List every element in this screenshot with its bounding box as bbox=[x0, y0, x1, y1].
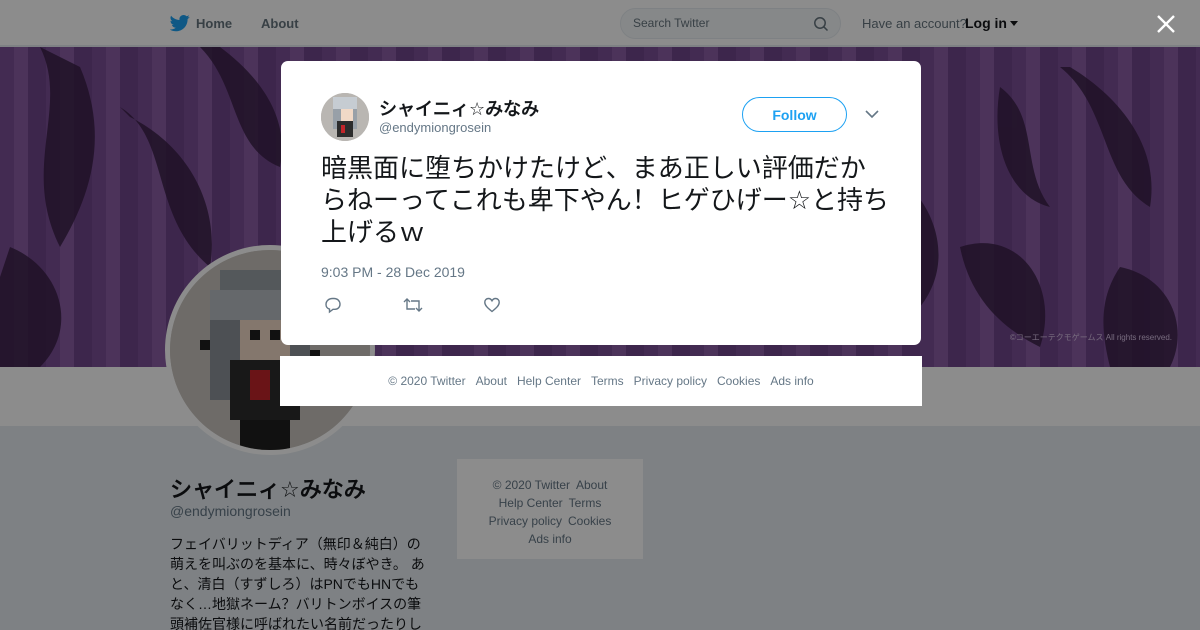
footer-about-link[interactable]: About bbox=[476, 374, 507, 388]
tweet-author-avatar[interactable] bbox=[321, 93, 369, 141]
retweet-icon[interactable] bbox=[403, 296, 423, 314]
heart-icon[interactable] bbox=[483, 296, 501, 314]
footer-privacy-link[interactable]: Privacy policy bbox=[634, 374, 707, 388]
pixel-character-image bbox=[321, 93, 369, 141]
close-icon[interactable] bbox=[1154, 12, 1178, 36]
footer-ads-link[interactable]: Ads info bbox=[770, 374, 813, 388]
footer-cookies-link[interactable]: Cookies bbox=[717, 374, 760, 388]
modal-footer: © 2020 Twitter About Help Center Terms P… bbox=[280, 356, 922, 406]
footer-help-link[interactable]: Help Center bbox=[517, 374, 581, 388]
tweet-text: 暗黒面に堕ちかけたけど、まあ正しい評価だからねーってこれも卑下やん！ヒゲひげー☆… bbox=[321, 154, 890, 248]
chevron-down-icon[interactable] bbox=[865, 109, 879, 119]
tweet-timestamp[interactable]: 9:03 PM - 28 Dec 2019 bbox=[321, 264, 465, 280]
footer-terms-link[interactable]: Terms bbox=[591, 374, 624, 388]
tweet-author-name[interactable]: シャイニィ☆みなみ bbox=[379, 95, 539, 121]
tweet-actions bbox=[324, 296, 504, 316]
tweet-author-handle[interactable]: @endymiongrosein bbox=[379, 120, 491, 135]
footer-copyright: © 2020 Twitter bbox=[388, 374, 466, 388]
follow-button[interactable]: Follow bbox=[742, 97, 847, 132]
tweet-permalink-card: シャイニィ☆みなみ @endymiongrosein Follow 暗黒面に堕ち… bbox=[281, 61, 921, 345]
reply-icon[interactable] bbox=[324, 296, 342, 314]
